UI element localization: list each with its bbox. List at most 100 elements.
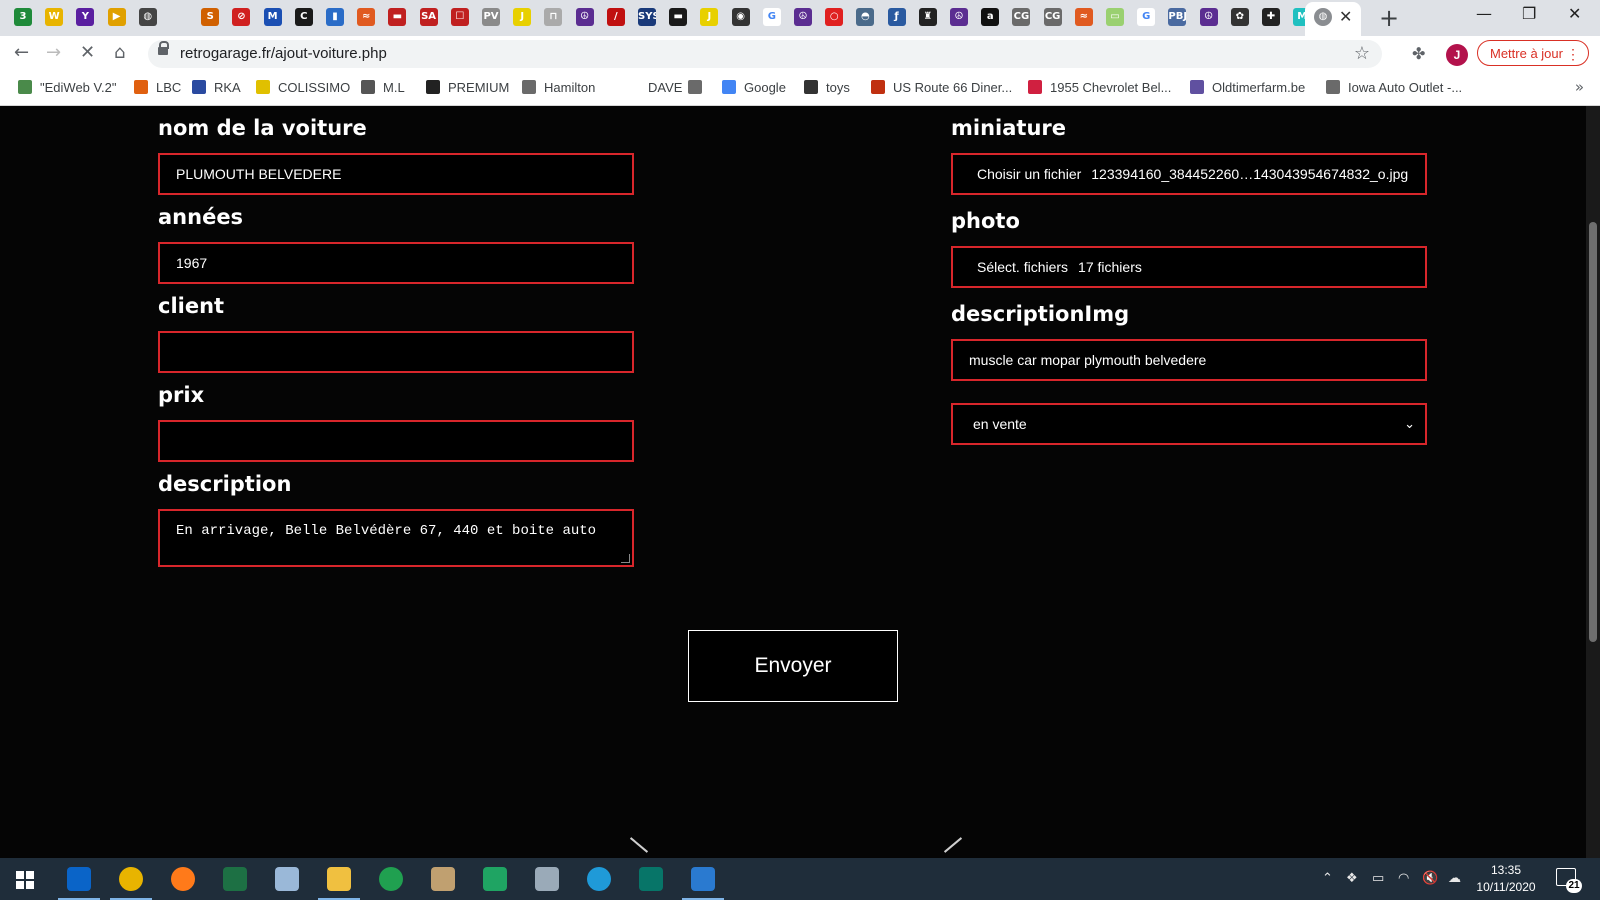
edge-icon[interactable] <box>587 867 611 891</box>
tab-favicon-icon[interactable]: CG <box>1012 8 1031 26</box>
scroll-thumb[interactable] <box>1589 222 1597 642</box>
tab-favicon-icon[interactable]: W <box>45 8 64 26</box>
bookmark-item[interactable]: DAVE <box>640 80 682 95</box>
back-icon[interactable]: ← <box>14 42 29 63</box>
bookmark-item[interactable]: Iowa Auto Outlet -... <box>1326 80 1462 95</box>
update-button[interactable]: Mettre à jour ⋮ <box>1477 40 1589 66</box>
tab-favicon-icon[interactable]: 3 <box>14 8 32 26</box>
tab-favicon-icon[interactable]: ◓ <box>856 8 875 26</box>
tab-favicon-icon[interactable]: Y <box>76 8 95 26</box>
bookmark-item[interactable]: M.L <box>361 80 405 95</box>
tab-favicon-icon[interactable]: / <box>606 8 625 26</box>
status-select[interactable]: en vente ⌄ <box>951 403 1427 445</box>
bookmark-item[interactable]: COLISSIMO <box>256 80 350 95</box>
tab-favicon-icon[interactable]: ✚ <box>1262 8 1280 26</box>
tab-favicon-icon[interactable]: ▬ <box>669 8 688 26</box>
tab-favicon-icon[interactable]: ≈ <box>357 8 376 26</box>
drive-icon[interactable] <box>483 867 507 891</box>
tab-favicon-icon[interactable]: ▮ <box>326 8 344 26</box>
speaker-muted-icon[interactable]: 🔇 <box>1422 871 1438 886</box>
tab-favicon-icon[interactable]: ⊘ <box>232 8 251 26</box>
tab-favicon-icon[interactable]: ▬ <box>388 8 407 26</box>
avatar[interactable]: J <box>1446 44 1468 66</box>
tab-favicon-icon[interactable]: SYS <box>638 8 656 26</box>
chevron-up-icon[interactable]: ⌃ <box>1322 871 1333 886</box>
publisher-icon[interactable] <box>639 867 663 891</box>
prix-input[interactable] <box>158 420 634 462</box>
tab-favicon-icon[interactable]: ☮ <box>575 8 594 26</box>
bookmark-item[interactable]: RKA <box>192 80 241 95</box>
tab-favicon-icon[interactable]: ▭ <box>1106 8 1124 26</box>
excel-icon[interactable] <box>223 867 247 891</box>
tab-favicon-icon[interactable]: PV <box>482 8 500 26</box>
tab-favicon-icon[interactable]: ☐ <box>450 8 469 26</box>
tab-favicon-icon[interactable]: ○ <box>825 8 844 26</box>
description-textarea[interactable]: En arrivage, Belle Belvédère 67, 440 et … <box>158 509 634 567</box>
bookmark-item[interactable]: US Route 66 Diner... <box>871 80 1012 95</box>
tab-favicon-icon[interactable]: G <box>1137 8 1156 26</box>
bookmark-item[interactable]: toys <box>804 80 850 95</box>
wifi-icon[interactable]: ◠ <box>1398 871 1409 886</box>
tab-favicon-icon[interactable]: ✿ <box>1230 8 1249 26</box>
battery-icon[interactable]: ▭ <box>1372 871 1384 886</box>
restore-icon[interactable]: ❐ <box>1522 4 1536 23</box>
system-clock[interactable]: 13:35 10/11/2020 <box>1470 862 1542 896</box>
bookmark-item[interactable]: PREMIUM <box>426 80 509 95</box>
tab-favicon-icon[interactable]: ♜ <box>918 8 937 26</box>
tab-favicon-icon[interactable]: ƒ <box>887 8 906 26</box>
forward-icon[interactable]: → <box>46 42 61 63</box>
descriptionimg-input[interactable]: muscle car mopar plymouth belvedere <box>951 339 1427 381</box>
home-icon[interactable]: ⌂ <box>114 42 125 63</box>
extensions-icon[interactable]: ✤ <box>1412 44 1425 63</box>
start-button-icon[interactable] <box>16 871 34 889</box>
active-tab[interactable]: ◍ ✕ <box>1305 2 1361 36</box>
miniature-choose-button[interactable]: Choisir un fichier <box>977 166 1081 182</box>
resize-handle[interactable] <box>621 554 630 563</box>
minimize-icon[interactable]: — <box>1476 4 1492 23</box>
miniature-file-input[interactable]: Choisir un fichier 123394160_384452260…1… <box>951 153 1427 195</box>
submit-button[interactable]: Envoyer <box>688 630 898 702</box>
firefox-icon[interactable] <box>171 867 195 891</box>
tab-favicon-icon[interactable]: PBJ <box>1168 8 1187 26</box>
onedrive-icon[interactable]: ☁ <box>1448 871 1461 886</box>
tab-favicon-icon[interactable]: ◉ <box>731 8 750 26</box>
new-tab-button[interactable]: + <box>1379 4 1399 32</box>
annees-input[interactable]: 1967 <box>158 242 634 284</box>
tab-favicon-icon[interactable] <box>170 8 188 26</box>
client-input[interactable] <box>158 331 634 373</box>
app-green-icon[interactable] <box>379 867 403 891</box>
nom-input[interactable]: PLUMOUTH BELVEDERE <box>158 153 634 195</box>
tab-favicon-icon[interactable]: J <box>700 8 719 26</box>
tab-favicon-icon[interactable]: G <box>762 8 781 26</box>
people-icon[interactable] <box>431 867 455 891</box>
tab-favicon-icon[interactable]: ≈ <box>1074 8 1093 26</box>
photo-file-input[interactable]: Sélect. fichiers 17 fichiers <box>951 246 1427 288</box>
bookmark-item[interactable] <box>688 80 710 95</box>
bookmark-star-icon[interactable]: ☆ <box>1354 43 1370 64</box>
window-close-icon[interactable]: ✕ <box>1568 4 1581 23</box>
photo-select-button[interactable]: Sélect. fichiers <box>977 259 1068 275</box>
stop-icon[interactable]: ✕ <box>80 42 95 63</box>
dropbox-icon[interactable]: ❖ <box>1346 871 1358 886</box>
tab-favicon-icon[interactable]: J <box>513 8 532 26</box>
tab-favicon-icon[interactable]: CG <box>1043 8 1062 26</box>
bookmark-item[interactable]: "EdiWeb V.2" <box>18 80 116 95</box>
more-bookmarks-icon[interactable]: » <box>1575 78 1584 96</box>
bookmark-item[interactable]: LBC <box>134 80 181 95</box>
explorer-icon[interactable] <box>327 867 351 891</box>
photos-icon[interactable] <box>691 867 715 891</box>
outlook-icon[interactable] <box>67 867 91 891</box>
address-bar[interactable]: retrogarage.fr/ajout-voiture.php ☆ <box>148 40 1382 68</box>
tab-favicon-icon[interactable]: M <box>263 8 282 26</box>
tab-favicon-icon[interactable]: ☮ <box>950 8 968 26</box>
bookmark-item[interactable]: 1955 Chevrolet Bel... <box>1028 80 1171 95</box>
tab-favicon-icon[interactable]: C <box>294 8 313 26</box>
cloud-icon[interactable] <box>535 867 559 891</box>
tab-favicon-icon[interactable]: a <box>981 8 1000 26</box>
tab-favicon-icon[interactable]: ☮ <box>794 8 812 26</box>
tab-favicon-icon[interactable]: ☮ <box>1199 8 1218 26</box>
bookmark-item[interactable]: Oldtimerfarm.be <box>1190 80 1305 95</box>
close-icon[interactable]: ✕ <box>1339 7 1352 26</box>
chrome-icon[interactable] <box>119 867 143 891</box>
tab-favicon-icon[interactable]: ◍ <box>138 8 157 26</box>
